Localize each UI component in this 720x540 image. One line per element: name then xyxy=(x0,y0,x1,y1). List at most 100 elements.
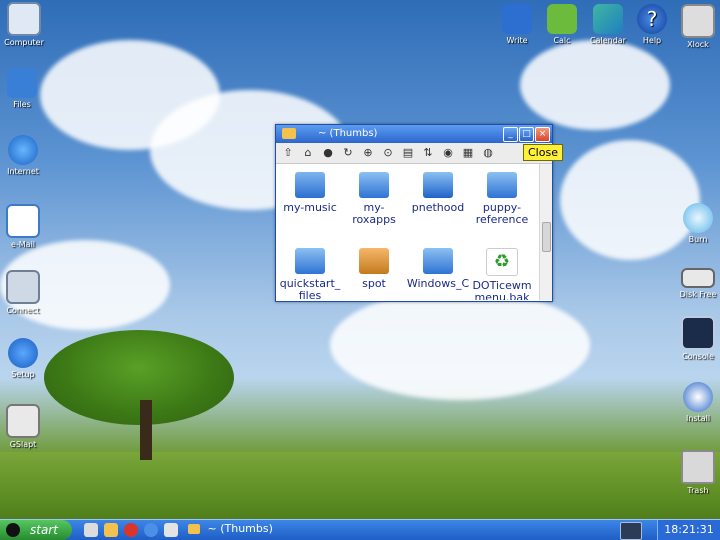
windows-folder-icon xyxy=(423,248,453,274)
desktop-icon-burn[interactable]: Burn xyxy=(670,203,720,245)
vertical-scrollbar[interactable] xyxy=(539,164,552,300)
folder-icon xyxy=(188,524,200,534)
file-manager-window[interactable]: ~ (Thumbs) _ □ × ⇧ ⌂ ● ↻ ⊕ ⊙ ▤ ⇅ ◉ ▦ ◍ m… xyxy=(275,124,553,302)
cloud xyxy=(330,290,590,400)
bookmarks-icon[interactable]: ● xyxy=(321,146,335,160)
file-item[interactable]: pnethood xyxy=(406,172,470,214)
lock-icon xyxy=(681,4,715,38)
computer-icon xyxy=(7,2,41,36)
speaker-folder-icon xyxy=(295,172,325,198)
window-title: ~ (Thumbs) xyxy=(318,128,378,139)
browser-icon[interactable] xyxy=(144,523,158,537)
power-icon[interactable] xyxy=(124,523,138,537)
scrollbar-thumb[interactable] xyxy=(542,222,551,252)
desktop-icon-setup[interactable]: Setup xyxy=(0,338,51,380)
start-button[interactable]: start xyxy=(0,520,72,540)
harddisk-icon xyxy=(681,268,715,288)
zoom-fit-icon[interactable]: ⊙ xyxy=(381,146,395,160)
tray-network-icon[interactable] xyxy=(620,522,642,540)
clock[interactable]: 18:21:31 xyxy=(657,520,720,540)
close-button[interactable]: × xyxy=(535,127,550,142)
email-icon xyxy=(6,204,40,238)
globe-icon xyxy=(8,135,38,165)
tree xyxy=(44,330,234,425)
maximize-button[interactable]: □ xyxy=(519,127,534,142)
desktop-icon-label: Computer xyxy=(4,38,44,47)
desktop-icon-label: Xlock xyxy=(687,40,709,49)
desktop-icon-label: Disk Free xyxy=(679,290,717,299)
calc-icon xyxy=(547,4,577,34)
view-details-icon[interactable]: ▤ xyxy=(401,146,415,160)
desktop-icon-label: Burn xyxy=(688,235,708,244)
folder-icon[interactable] xyxy=(104,523,118,537)
file-label: DOTicewm menu.bak xyxy=(472,279,532,301)
close-tooltip: Close xyxy=(523,144,563,161)
file-item[interactable]: ♻ DOTicewm menu.bak xyxy=(470,248,534,300)
road-sign-folder-icon xyxy=(487,172,517,198)
home-icon[interactable]: ⌂ xyxy=(301,146,315,160)
file-grid: my-music my- roxapps pnethood puppy- ref… xyxy=(276,164,538,300)
file-label: quickstart_ files xyxy=(279,277,341,301)
up-arrow-icon[interactable]: ⇧ xyxy=(281,146,295,160)
cloud xyxy=(520,40,670,130)
window-titlebar[interactable]: ~ (Thumbs) _ □ × xyxy=(276,125,552,143)
help-icon: ? xyxy=(637,4,667,34)
desktop-icon-label: Console xyxy=(682,352,714,361)
desktop-icon-install[interactable]: Install xyxy=(670,382,720,424)
desktop-icon-xlock[interactable]: Xlock xyxy=(670,4,720,50)
select-icon[interactable]: ▦ xyxy=(461,146,475,160)
desktop-icon-console[interactable]: Console xyxy=(670,316,720,362)
window-switch-icon[interactable] xyxy=(164,523,178,537)
zoom-in-icon[interactable]: ⊕ xyxy=(361,146,375,160)
package-icon xyxy=(6,404,40,438)
sort-icon[interactable]: ⇅ xyxy=(421,146,435,160)
desktop-icon-label: GSlapt xyxy=(9,440,37,449)
help-icon[interactable]: ◍ xyxy=(481,146,495,160)
file-item[interactable]: spot xyxy=(342,248,406,290)
file-item[interactable]: my-music xyxy=(278,172,342,214)
desktop-icon-trash[interactable]: Trash xyxy=(670,450,720,496)
person-folder-icon xyxy=(359,248,389,274)
file-item[interactable]: puppy- reference xyxy=(470,172,534,226)
minimize-button[interactable]: _ xyxy=(503,127,518,142)
file-label: my-music xyxy=(283,201,337,214)
file-label: pnethood xyxy=(411,201,465,214)
grass-field xyxy=(0,452,720,520)
desktop-icon-internet[interactable]: Internet xyxy=(0,135,51,177)
recycle-file-icon: ♻ xyxy=(486,248,518,276)
desktop-icon-label: Install xyxy=(685,414,711,423)
desktop-icon-label: Trash xyxy=(687,486,709,495)
desktop-icon-label: Internet xyxy=(7,167,39,176)
files-icon xyxy=(7,68,37,98)
file-item[interactable]: my- roxapps xyxy=(342,172,406,226)
wrench-icon xyxy=(8,338,38,368)
refresh-icon[interactable]: ↻ xyxy=(341,146,355,160)
taskbar-task-thumbs[interactable]: ~ (Thumbs) xyxy=(188,522,338,538)
desktop-icon-computer[interactable]: Computer xyxy=(0,2,52,48)
file-item[interactable]: quickstart_ files xyxy=(278,248,342,300)
puppy-icon xyxy=(6,523,20,537)
network-folder-icon xyxy=(423,172,453,198)
desktop-icon-files[interactable]: Files xyxy=(0,68,50,110)
desktop-icon-label: e-Mail xyxy=(10,240,36,249)
show-hidden-icon[interactable]: ◉ xyxy=(441,146,455,160)
tree-trunk xyxy=(140,400,152,460)
desktop-icon-email[interactable]: e-Mail xyxy=(0,204,51,250)
folder-icon xyxy=(295,248,325,274)
desktop-icon-connect[interactable]: Connect xyxy=(0,270,51,316)
desktop-icon-diskfree[interactable]: Disk Free xyxy=(670,260,720,300)
write-icon xyxy=(502,4,532,34)
install-icon xyxy=(683,382,713,412)
file-label: my- roxapps xyxy=(352,201,396,226)
file-label: Windows_C xyxy=(406,277,470,290)
calendar-icon xyxy=(593,4,623,34)
file-item[interactable]: Windows_C xyxy=(406,248,470,290)
show-desktop-icon[interactable] xyxy=(84,523,98,537)
window-toolbar: ⇧ ⌂ ● ↻ ⊕ ⊙ ▤ ⇅ ◉ ▦ ◍ xyxy=(276,143,552,164)
desktop-icon-gslapt[interactable]: GSlapt xyxy=(0,404,51,450)
connect-icon xyxy=(6,270,40,304)
desktop-icon-label: Setup xyxy=(11,370,35,379)
trash-icon xyxy=(681,450,715,484)
taskbar: start ~ (Thumbs) 18:21:31 xyxy=(0,519,720,540)
folder-icon xyxy=(359,172,389,198)
